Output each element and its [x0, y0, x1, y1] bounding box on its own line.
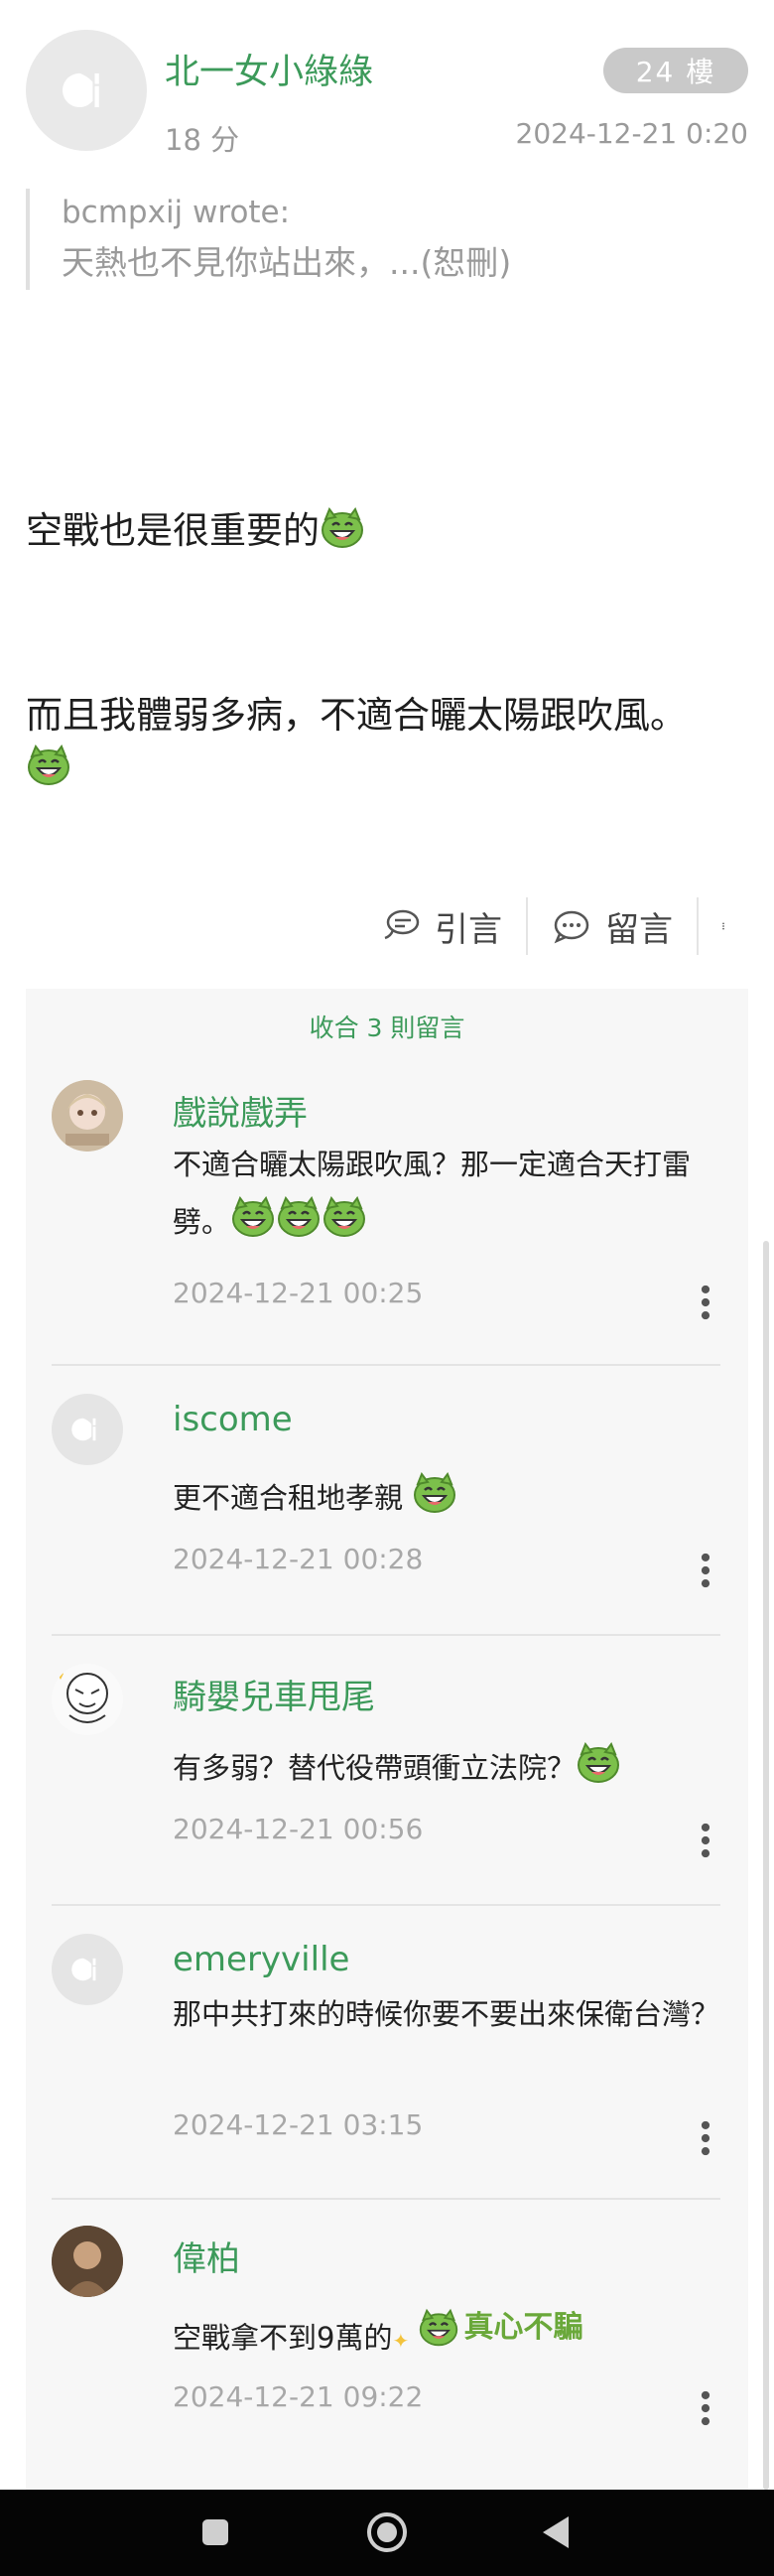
- grin-emoji-icon: [576, 1742, 621, 1784]
- comment-date: 2024-12-21 00:25: [173, 1277, 424, 1309]
- sticker-text: 真心不騙: [463, 2310, 583, 2345]
- nav-home-icon: [367, 2512, 407, 2552]
- comment-divider: [52, 1904, 720, 1906]
- more-vertical-icon: [701, 2120, 710, 2156]
- comment-more-button[interactable]: [691, 1285, 720, 1328]
- comment-text-content: 有多弱？替代役帶頭衝立法院？: [173, 1751, 577, 1785]
- post-actions: 引言 留言: [357, 891, 748, 961]
- avatar[interactable]: [52, 1934, 123, 2005]
- comment-button[interactable]: 留言: [528, 902, 697, 951]
- comment-divider: [52, 1364, 720, 1366]
- post-author-name[interactable]: 北一女小綠綠: [165, 44, 373, 94]
- comment-divider: [52, 1634, 720, 1636]
- sticker: 真心不騙: [418, 2299, 582, 2357]
- comment-text: 有多弱？替代役帶頭衝立法院？: [173, 1739, 728, 1797]
- comment-text-content: 更不適合租地孝親: [173, 1481, 404, 1515]
- comment-text-content: 空戰拿不到9萬的: [173, 2321, 393, 2355]
- comment-text: 那中共打來的時候你要不要出來保衛台灣？: [173, 1997, 720, 2031]
- comment-more-button[interactable]: [691, 1823, 720, 1866]
- post-more-button[interactable]: [699, 908, 748, 944]
- cartoon-avatar-icon: [58, 1668, 108, 1723]
- avatar[interactable]: [52, 2226, 123, 2297]
- comment-more-button[interactable]: [691, 2120, 720, 2164]
- more-vertical-icon: [701, 1285, 710, 1320]
- comment-text: 更不適合租地孝親: [173, 1469, 728, 1527]
- default-avatar-icon: [66, 1949, 108, 1990]
- comment-author[interactable]: 戲說戲弄: [173, 1086, 308, 1135]
- comment-text: 不適合曬太陽跟吹風？那一定適合天打雷劈。: [173, 1136, 728, 1251]
- comment-more-button[interactable]: [691, 2390, 720, 2434]
- comment-author[interactable]: 騎嬰兒車甩尾: [173, 1670, 375, 1718]
- quote-author: bcmpxij wrote:: [62, 195, 291, 230]
- quote-button-label: 引言: [435, 909, 502, 950]
- comment-author[interactable]: iscome: [173, 1400, 293, 1439]
- comment-more-button[interactable]: [691, 1553, 720, 1596]
- comment-text: 空戰拿不到9萬的✦ 真心不騙: [173, 2299, 728, 2370]
- more-vertical-icon: [701, 1553, 710, 1588]
- comment-divider: [52, 2198, 720, 2200]
- system-nav-bar: [0, 2490, 774, 2576]
- sticker-icon: [418, 2308, 459, 2348]
- comment-item: emeryville 那中共打來的時候你要不要出來保衛台灣？ 2024-12-2…: [52, 1934, 720, 2172]
- post-line-2-text: 而且我體弱多病，不適合曬太陽跟吹風。: [26, 694, 687, 737]
- author-avatar[interactable]: [26, 30, 147, 151]
- comment-item: 偉柏 空戰拿不到9萬的✦ 真心不騙 2024-12-21 09:22: [52, 2226, 720, 2464]
- post-line-1: 空戰也是很重要的: [26, 500, 365, 554]
- comment-date: 2024-12-21 03:15: [173, 2108, 424, 2141]
- comment-date: 2024-12-21 00:56: [173, 1813, 424, 1845]
- sparkle-icon: ✦: [392, 2329, 410, 2353]
- comments-panel: 收合 3 則留言 戲說戲弄 不適合曬太陽跟吹風？那一定適合天打雷劈。 2024-…: [26, 989, 748, 2490]
- nav-recents-icon: [202, 2519, 228, 2545]
- quote-block: bcmpxij wrote: 天熱也不見你站出來，...(恕刪): [26, 189, 720, 290]
- nav-back-icon: [543, 2516, 569, 2548]
- comment-author[interactable]: emeryville: [173, 1940, 349, 1979]
- post-line-2: 而且我體弱多病，不適合曬太陽跟吹風。: [26, 685, 687, 739]
- avatar[interactable]: [52, 1080, 123, 1152]
- quote-icon: [384, 909, 420, 940]
- post-line-1-text: 空戰也是很重要的: [26, 509, 320, 552]
- grin-emoji-icon: [26, 745, 71, 786]
- post-line-2-emoji: [26, 745, 71, 789]
- avatar[interactable]: [52, 1664, 123, 1735]
- grin-emoji-icon: [276, 1196, 322, 1238]
- avatar[interactable]: [52, 1394, 123, 1465]
- more-vertical-icon: [701, 2390, 710, 2426]
- doll-avatar-icon: [52, 1080, 123, 1152]
- collapse-comments-link[interactable]: 收合 3 則留言: [26, 1009, 748, 1044]
- post-header: 北一女小綠綠 24 樓 18 分 2024-12-21 0:20: [26, 30, 748, 159]
- floor-badge: 24 樓: [603, 48, 748, 93]
- comment-date: 2024-12-21 00:28: [173, 1543, 424, 1575]
- quote-button[interactable]: 引言: [357, 902, 526, 951]
- post-relative-time: 18 分: [165, 123, 240, 157]
- default-avatar-icon: [66, 1409, 108, 1450]
- default-avatar-icon: [55, 59, 118, 122]
- comment-bubble-icon: [554, 910, 589, 944]
- comment-author[interactable]: 偉柏: [173, 2232, 240, 2280]
- nav-recents-button[interactable]: [191, 2508, 240, 2557]
- comment-date: 2024-12-21 09:22: [173, 2380, 424, 2413]
- wink-emoji-icon: [412, 1472, 457, 1514]
- more-vertical-icon: [701, 1823, 710, 1858]
- photo-avatar-icon: [52, 2226, 123, 2297]
- quote-text: 天熱也不見你站出來，...(恕刪): [62, 243, 512, 282]
- comment-item: iscome 更不適合租地孝親 2024-12-21 00:28: [52, 1394, 720, 1592]
- post-date: 2024-12-21 0:20: [515, 117, 749, 150]
- nav-back-button[interactable]: [531, 2508, 580, 2557]
- comment-item: 騎嬰兒車甩尾 有多弱？替代役帶頭衝立法院？ 2024-12-21 00:56: [52, 1664, 720, 1862]
- grin-emoji-icon: [322, 1196, 367, 1238]
- grin-emoji-icon: [230, 1196, 276, 1238]
- more-vertical-icon: [722, 908, 724, 944]
- grin-emoji-icon: [320, 507, 365, 549]
- nav-home-button[interactable]: [362, 2508, 412, 2557]
- scrollbar[interactable]: [763, 1241, 769, 2490]
- comment-button-label: 留言: [605, 909, 673, 950]
- comment-item: 戲說戲弄 不適合曬太陽跟吹風？那一定適合天打雷劈。 2024-12-21 00:…: [52, 1080, 720, 1318]
